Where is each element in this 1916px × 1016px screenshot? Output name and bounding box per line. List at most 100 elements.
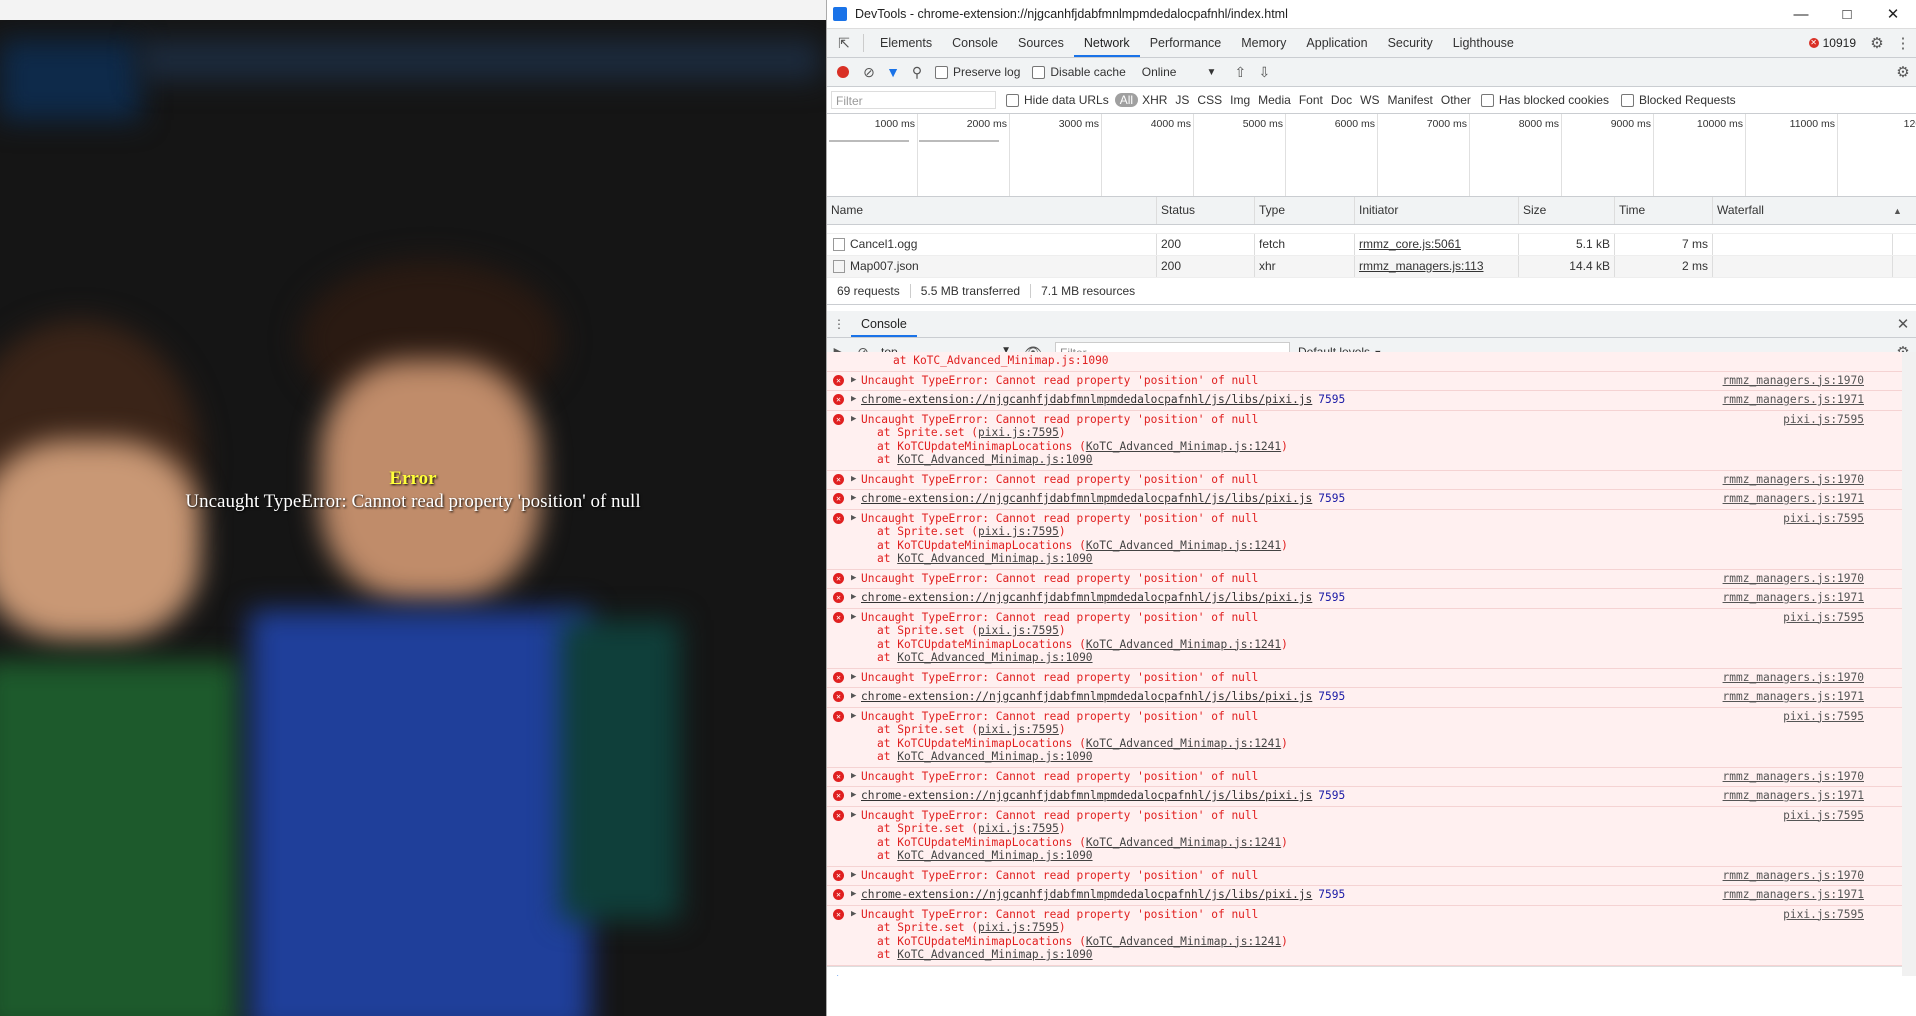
- stack-link[interactable]: pixi.js:7595: [978, 822, 1059, 835]
- expand-triangle-icon[interactable]: ▶: [851, 393, 856, 407]
- column-time[interactable]: Time: [1615, 197, 1713, 224]
- console-message-source[interactable]: pixi.js:7595: [1783, 611, 1864, 625]
- disable-cache-checkbox[interactable]: Disable cache: [1032, 65, 1126, 79]
- stack-link[interactable]: pixi.js:7595: [978, 624, 1059, 637]
- stack-link[interactable]: pixi.js:7595: [978, 525, 1059, 538]
- console-message-source[interactable]: rmmz_managers.js:1970: [1723, 770, 1864, 784]
- console-scrollbar[interactable]: [1902, 352, 1916, 976]
- column-size[interactable]: Size: [1519, 197, 1615, 224]
- stack-link[interactable]: pixi.js:7595: [978, 426, 1059, 439]
- console-message-source[interactable]: pixi.js:7595: [1783, 908, 1864, 922]
- search-icon[interactable]: ⚲: [905, 64, 929, 81]
- request-initiator[interactable]: rmmz_core.js:5061: [1355, 234, 1519, 255]
- console-message-source[interactable]: rmmz_managers.js:1970: [1723, 671, 1864, 685]
- console-error-message[interactable]: ✕ ▶ Uncaught TypeError: Cannot read proper…: [827, 707, 1916, 768]
- tab-elements[interactable]: Elements: [870, 29, 942, 57]
- sort-up-icon[interactable]: ▲: [1893, 206, 1902, 216]
- type-filter-media[interactable]: Media: [1254, 93, 1295, 107]
- console-error-message[interactable]: ✕ ▶ Uncaught TypeError: Cannot read proper…: [827, 806, 1916, 867]
- error-counter[interactable]: ✕ 10919: [1808, 36, 1856, 50]
- console-message-source[interactable]: rmmz_managers.js:1970: [1723, 869, 1864, 883]
- network-settings-icon[interactable]: ⚙: [1890, 63, 1916, 81]
- blocked-requests-checkbox[interactable]: Blocked Requests: [1620, 93, 1736, 107]
- export-icon[interactable]: ⇩: [1252, 64, 1276, 81]
- type-filter-other[interactable]: Other: [1437, 93, 1475, 107]
- expand-triangle-icon[interactable]: ▶: [851, 473, 856, 487]
- console-error-message[interactable]: ✕ ▶ chrome-extension://njgcanhfjdabfmnlmpm…: [827, 688, 1916, 708]
- type-filter-all[interactable]: All: [1114, 93, 1139, 107]
- console-source-link[interactable]: chrome-extension://njgcanhfjdabfmnlmpmde…: [861, 393, 1312, 406]
- expand-triangle-icon[interactable]: ▶: [851, 710, 856, 724]
- clear-icon[interactable]: ⊘: [857, 64, 881, 81]
- column-initiator[interactable]: Initiator: [1355, 197, 1519, 224]
- record-icon[interactable]: [837, 66, 849, 78]
- expand-triangle-icon[interactable]: ▶: [851, 809, 856, 823]
- hide-data-urls-checkbox[interactable]: Hide data URLs: [1006, 93, 1109, 107]
- expand-triangle-icon[interactable]: ▶: [851, 572, 856, 586]
- expand-triangle-icon[interactable]: ▶: [851, 374, 856, 388]
- console-error-message[interactable]: ✕ ▶ chrome-extension://njgcanhfjdabfmnlmpm…: [827, 886, 1916, 906]
- stack-link[interactable]: KoTC_Advanced_Minimap.js:1241: [1086, 440, 1281, 453]
- close-icon[interactable]: ✕: [1870, 5, 1916, 23]
- tab-application[interactable]: Application: [1296, 29, 1377, 57]
- column-type[interactable]: Type: [1255, 197, 1355, 224]
- tab-memory[interactable]: Memory: [1231, 29, 1296, 57]
- expand-triangle-icon[interactable]: ▶: [851, 869, 856, 883]
- type-filter-ws[interactable]: WS: [1356, 93, 1383, 107]
- expand-triangle-icon[interactable]: ▶: [851, 492, 856, 506]
- console-message-source[interactable]: pixi.js:7595: [1783, 413, 1864, 427]
- column-name[interactable]: Name: [827, 197, 1157, 224]
- column-waterfall[interactable]: Waterfall: [1713, 197, 1893, 224]
- stack-link[interactable]: pixi.js:7595: [978, 723, 1059, 736]
- console-error-message[interactable]: ✕ ▶ chrome-extension://njgcanhfjdabfmnlmpm…: [827, 391, 1916, 411]
- console-error-message[interactable]: ✕ ▶ chrome-extension://njgcanhfjdabfmnlmpm…: [827, 787, 1916, 807]
- console-message-source[interactable]: rmmz_managers.js:1971: [1723, 393, 1864, 407]
- type-filter-font[interactable]: Font: [1295, 93, 1327, 107]
- console-error-message[interactable]: ✕ ▶ Uncaught TypeError: Cannot read proper…: [827, 509, 1916, 570]
- drawer-close-icon[interactable]: ✕: [1890, 315, 1916, 333]
- column-status[interactable]: Status: [1157, 197, 1255, 224]
- console-message-source[interactable]: rmmz_managers.js:1970: [1723, 374, 1864, 388]
- filter-icon[interactable]: ▼: [881, 64, 905, 80]
- tab-lighthouse[interactable]: Lighthouse: [1443, 29, 1524, 57]
- console-message-source[interactable]: pixi.js:7595: [1783, 710, 1864, 724]
- console-message-source[interactable]: rmmz_managers.js:1971: [1723, 492, 1864, 506]
- inspect-element-icon[interactable]: ⇱: [831, 35, 857, 52]
- drawer-tab-console[interactable]: Console: [851, 311, 917, 337]
- type-filter-img[interactable]: Img: [1226, 93, 1254, 107]
- throttle-select[interactable]: Online ▼: [1142, 65, 1217, 79]
- console-source-link[interactable]: chrome-extension://njgcanhfjdabfmnlmpmde…: [861, 690, 1312, 703]
- stack-link[interactable]: KoTC_Advanced_Minimap.js:1090: [897, 849, 1092, 862]
- tab-console[interactable]: Console: [942, 29, 1008, 57]
- stack-link[interactable]: KoTC_Advanced_Minimap.js:1241: [1086, 836, 1281, 849]
- console-error-message[interactable]: ✕ ▶ Uncaught TypeError: Cannot read proper…: [827, 371, 1916, 391]
- console-message-source[interactable]: pixi.js:7595: [1783, 512, 1864, 526]
- console-error-message[interactable]: ✕ ▶ Uncaught TypeError: Cannot read proper…: [827, 668, 1916, 688]
- console-source-link[interactable]: chrome-extension://njgcanhfjdabfmnlmpmde…: [861, 591, 1312, 604]
- expand-triangle-icon[interactable]: ▶: [851, 512, 856, 526]
- console-message-source[interactable]: rmmz_managers.js:1970: [1723, 572, 1864, 586]
- drawer-menu-icon[interactable]: ⋮: [827, 317, 851, 331]
- stack-link[interactable]: KoTC_Advanced_Minimap.js:1241: [1086, 737, 1281, 750]
- tab-security[interactable]: Security: [1378, 29, 1443, 57]
- table-row[interactable]: Map007.json 200 xhr rmmz_managers.js:113…: [827, 256, 1916, 278]
- console-error-message[interactable]: ✕ ▶ Uncaught TypeError: Cannot read proper…: [827, 608, 1916, 669]
- console-error-message[interactable]: ✕ ▶ chrome-extension://njgcanhfjdabfmnlmpm…: [827, 490, 1916, 510]
- console-message-source[interactable]: rmmz_managers.js:1971: [1723, 591, 1864, 605]
- type-filter-xhr[interactable]: XHR: [1138, 93, 1171, 107]
- tab-network[interactable]: Network: [1073, 29, 1140, 57]
- more-options-icon[interactable]: ⋮: [1890, 34, 1916, 52]
- expand-triangle-icon[interactable]: ▶: [851, 789, 856, 803]
- stack-link[interactable]: KoTC_Advanced_Minimap.js:1090: [897, 552, 1092, 565]
- expand-triangle-icon[interactable]: ▶: [851, 690, 856, 704]
- console-message-source[interactable]: pixi.js:7595: [1783, 809, 1864, 823]
- has-blocked-cookies-checkbox[interactable]: Has blocked cookies: [1480, 93, 1609, 107]
- console-message-source[interactable]: rmmz_managers.js:1971: [1723, 888, 1864, 902]
- console-message-source[interactable]: rmmz_managers.js:1970: [1723, 473, 1864, 487]
- console-source-link[interactable]: chrome-extension://njgcanhfjdabfmnlmpmde…: [861, 492, 1312, 505]
- expand-triangle-icon[interactable]: ▶: [851, 413, 856, 427]
- settings-gear-icon[interactable]: ⚙: [1864, 34, 1890, 52]
- network-timeline-overview[interactable]: 1000 ms 2000 ms 3000 ms 4000 ms 5000 ms 6000 …: [827, 114, 1916, 197]
- preserve-log-checkbox[interactable]: Preserve log: [935, 65, 1020, 79]
- stack-link[interactable]: KoTC_Advanced_Minimap.js:1241: [1086, 539, 1281, 552]
